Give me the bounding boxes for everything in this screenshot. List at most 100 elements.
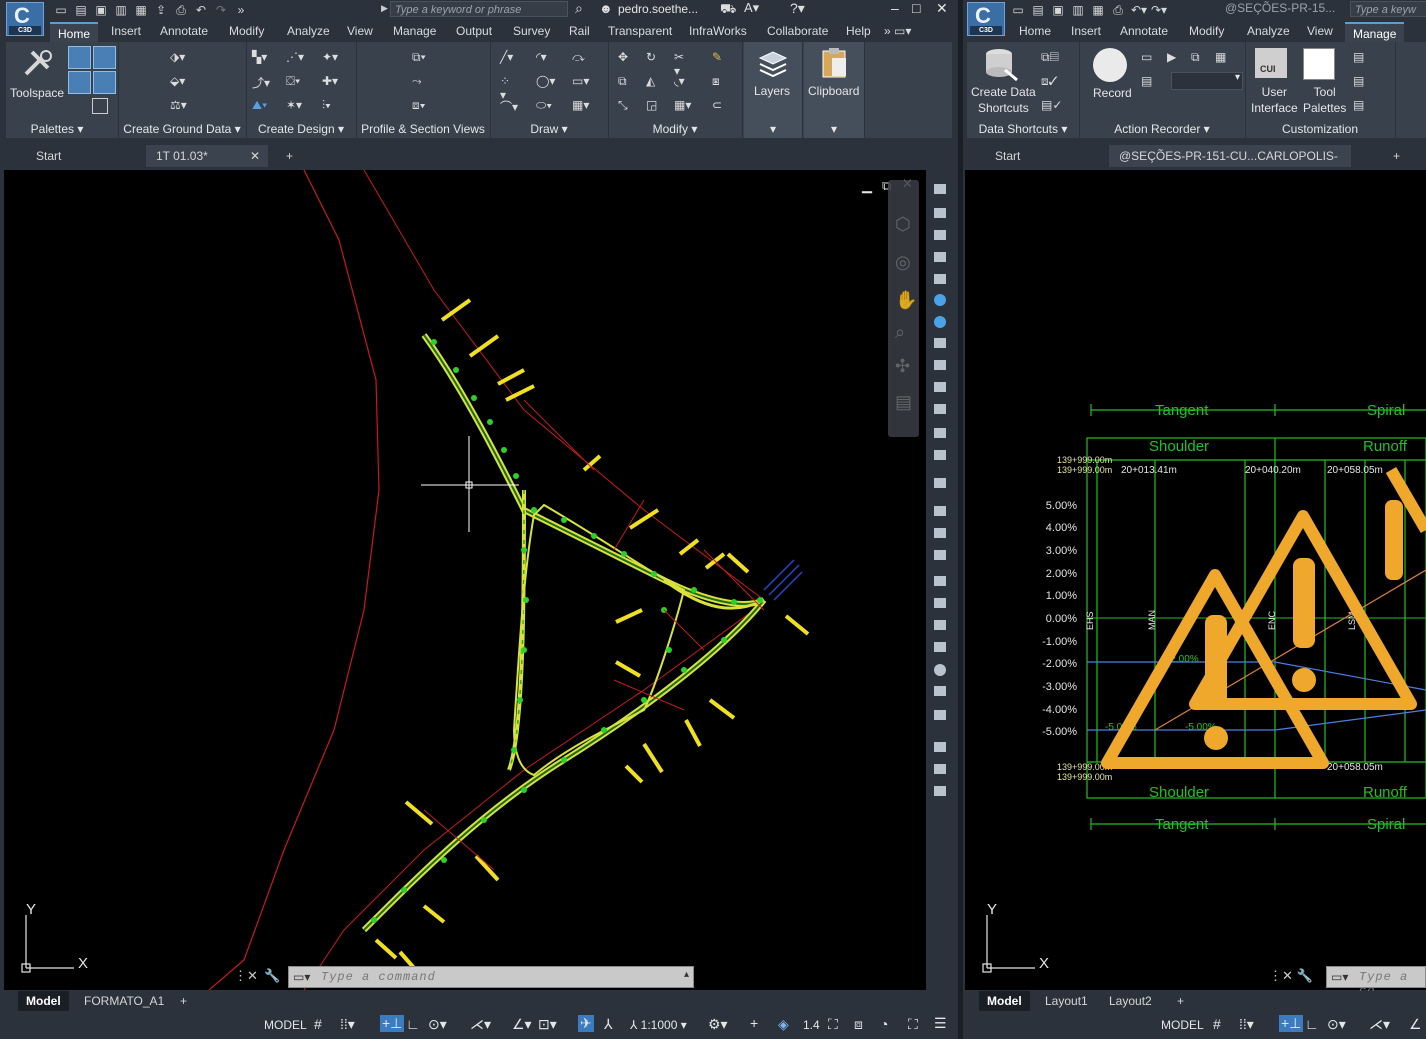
tab-home[interactable]: Home [50, 22, 99, 42]
ellipse-icon[interactable]: ⬭▾ [536, 98, 552, 114]
rotate-icon[interactable]: ↻ [646, 50, 662, 66]
add-layout-icon-right[interactable]: + [1169, 991, 1192, 1011]
steering-wheel-icon[interactable]: ◎ [895, 252, 911, 273]
create-data-shortcuts-icon[interactable] [983, 46, 1019, 82]
tab-rail[interactable]: Rail [569, 24, 590, 38]
user-interface-label[interactable]: User Interface [1251, 84, 1298, 116]
search-input-right[interactable]: Type a keyw [1350, 1, 1426, 17]
hatch-icon[interactable]: ▦▾ [572, 98, 589, 114]
save-icon[interactable]: ▣ [94, 3, 108, 17]
orbit-icon[interactable]: ✣ [895, 356, 910, 377]
pan-icon[interactable]: ✋ [895, 290, 917, 311]
export-cui-icon[interactable]: ▤ [1353, 74, 1369, 90]
tab-insert[interactable]: Insert [111, 24, 141, 38]
sheet-icon-right[interactable]: ▦ [1091, 3, 1105, 17]
isolate-icon[interactable]: ◈ [778, 1016, 789, 1033]
tool-palettes-icon[interactable] [1303, 48, 1335, 80]
panel-customization-title[interactable]: Customization [1245, 122, 1395, 136]
tab-annotate[interactable]: Annotate [160, 24, 208, 38]
clipboard-expand-icon[interactable]: ▾ [804, 122, 864, 136]
lineweight-icon-right[interactable]: ∠ [1409, 1016, 1422, 1033]
osnap-icon[interactable]: ⊡▾ [538, 1016, 557, 1033]
model-space-canvas-right[interactable]: Tangent Spiral Shoulder Runoff Shoulder … [965, 170, 1426, 990]
tab-modify-right[interactable]: Modify [1189, 24, 1224, 38]
save-icon-right[interactable]: ▣ [1051, 3, 1065, 17]
point-icon[interactable]: ⁘▾ [500, 74, 516, 102]
explode-icon[interactable]: ⧆ [712, 74, 728, 90]
intersection-icon[interactable]: ✚▾ [322, 74, 338, 90]
polar-icon-right[interactable]: ⊙▾ [1327, 1016, 1346, 1033]
annotation-monitor-icon[interactable]: + [750, 1015, 758, 1031]
close-icon[interactable]: ✕ [936, 0, 948, 17]
vertical-toolbar-icons[interactable] [934, 184, 946, 796]
panel-palettes-title[interactable]: Palettes ▾ [6, 122, 108, 136]
save-as-icon[interactable]: ▥ [114, 3, 128, 17]
points-icon[interactable]: ⬗▾ [170, 50, 186, 66]
profile-icon[interactable]: ⛰▾ [252, 98, 268, 114]
new-icon[interactable]: ▭ [54, 3, 68, 17]
dynamic-input-icon-right[interactable]: +⊥ [1279, 1015, 1304, 1032]
tab-home-right[interactable]: Home [1019, 24, 1051, 38]
cart-icon[interactable]: ⛟ [720, 1, 736, 19]
edit-macro-icon[interactable]: ⧉ [1191, 50, 1207, 66]
command-close-icon-right[interactable]: ⋮✕ 🔧 [1269, 968, 1313, 984]
showmotion-icon[interactable]: ▤ [895, 392, 912, 413]
associate-project-icon[interactable]: ⧉▤ [1041, 50, 1059, 66]
clean-screen-status-icon[interactable]: ◔ [880, 1016, 888, 1032]
macro-select[interactable]: ▾ [1171, 72, 1243, 90]
annotation-scale[interactable]: ⅄ 1:1000 ▾ [630, 1018, 687, 1032]
layout-tab-model-right[interactable]: Model [979, 991, 1030, 1011]
play-icon[interactable]: ▶ [1167, 50, 1183, 66]
print-icon[interactable]: ⎙ [174, 3, 188, 17]
tab-help[interactable]: Help [846, 24, 871, 38]
rectangle-icon[interactable]: ▭▾ [572, 74, 589, 90]
more-icon[interactable]: » [234, 3, 248, 17]
panel-layers[interactable]: Layers ▾ [744, 42, 803, 138]
panel-modify-title[interactable]: Modify ▾ [608, 122, 742, 136]
alignment-icon[interactable]: ⤴▾ [252, 74, 270, 90]
offset-icon[interactable]: ⊂ [712, 98, 728, 114]
validate-shortcuts-icon[interactable]: ⧈✓ [1041, 74, 1058, 90]
redo-icon[interactable]: ↷ [214, 3, 228, 17]
grading-icon[interactable]: ✦▾ [322, 50, 338, 66]
polyline-icon[interactable]: ⤼ [572, 50, 588, 66]
customize-status-icon[interactable]: ☰ [934, 1015, 947, 1032]
command-line-right[interactable]: ▭▾ Type a co [1326, 966, 1426, 998]
mirror-icon[interactable]: ◭ [646, 74, 662, 90]
tab-manage-right[interactable]: Manage [1345, 22, 1405, 42]
copy-icon[interactable]: ⧉ [618, 74, 634, 90]
tab-collaborate[interactable]: Collaborate [767, 24, 828, 38]
command-customize-icon[interactable]: 🔧 [264, 968, 280, 984]
search-icon[interactable]: ⌕ [575, 0, 583, 17]
profile-view-icon[interactable]: ⧉▾ [412, 50, 428, 66]
assembly-icon[interactable]: ✶▾ [286, 98, 302, 114]
add-layout-icon[interactable]: + [172, 991, 195, 1011]
tab-overflow-icon[interactable]: » ▭▾ [884, 24, 911, 38]
tab-view[interactable]: View [347, 24, 373, 38]
close-tab-icon[interactable]: ✕ [250, 145, 260, 167]
tab-annotate-right[interactable]: Annotate [1120, 24, 1168, 38]
minimize-icon[interactable]: – [891, 0, 899, 16]
toolbox-icon[interactable] [93, 71, 116, 94]
tab-manage[interactable]: Manage [393, 24, 436, 38]
saveas-web-icon[interactable]: ⇪ [154, 3, 168, 17]
tab-view-right[interactable]: View [1307, 24, 1333, 38]
search-input[interactable]: Type a keyword or phrase [390, 1, 568, 17]
viewport-minimize-icon[interactable]: ▁ [862, 178, 872, 194]
set-working-folder-icon[interactable]: ▤✓ [1041, 98, 1062, 114]
panel-draw-title[interactable]: Draw ▾ [490, 122, 608, 136]
quick-properties-icon[interactable]: ⛶ [828, 1016, 838, 1033]
user-name[interactable]: pedro.soethe... [618, 2, 698, 16]
lineweight-icon[interactable]: ∠▾ [512, 1016, 532, 1033]
corridor-icon[interactable]: ⛋▾ [286, 74, 302, 90]
doc-tab-start[interactable]: Start [26, 145, 71, 167]
toolspace-label[interactable]: Toolspace [10, 86, 64, 100]
arc-icon[interactable]: ◜▾ [536, 50, 552, 66]
tab-infraworks[interactable]: InfraWorks [689, 24, 747, 38]
tab-analyze[interactable]: Analyze [287, 24, 330, 38]
panel-profile-section-title[interactable]: Profile & Section Views [356, 122, 490, 136]
edit-aliases-icon[interactable]: ▤ [1353, 98, 1369, 114]
spline-icon[interactable]: ⌒▾ [500, 98, 518, 114]
move-icon[interactable]: ✥ [618, 50, 634, 66]
doc-tab-active[interactable]: 1T 01.03* ✕ [146, 145, 268, 167]
